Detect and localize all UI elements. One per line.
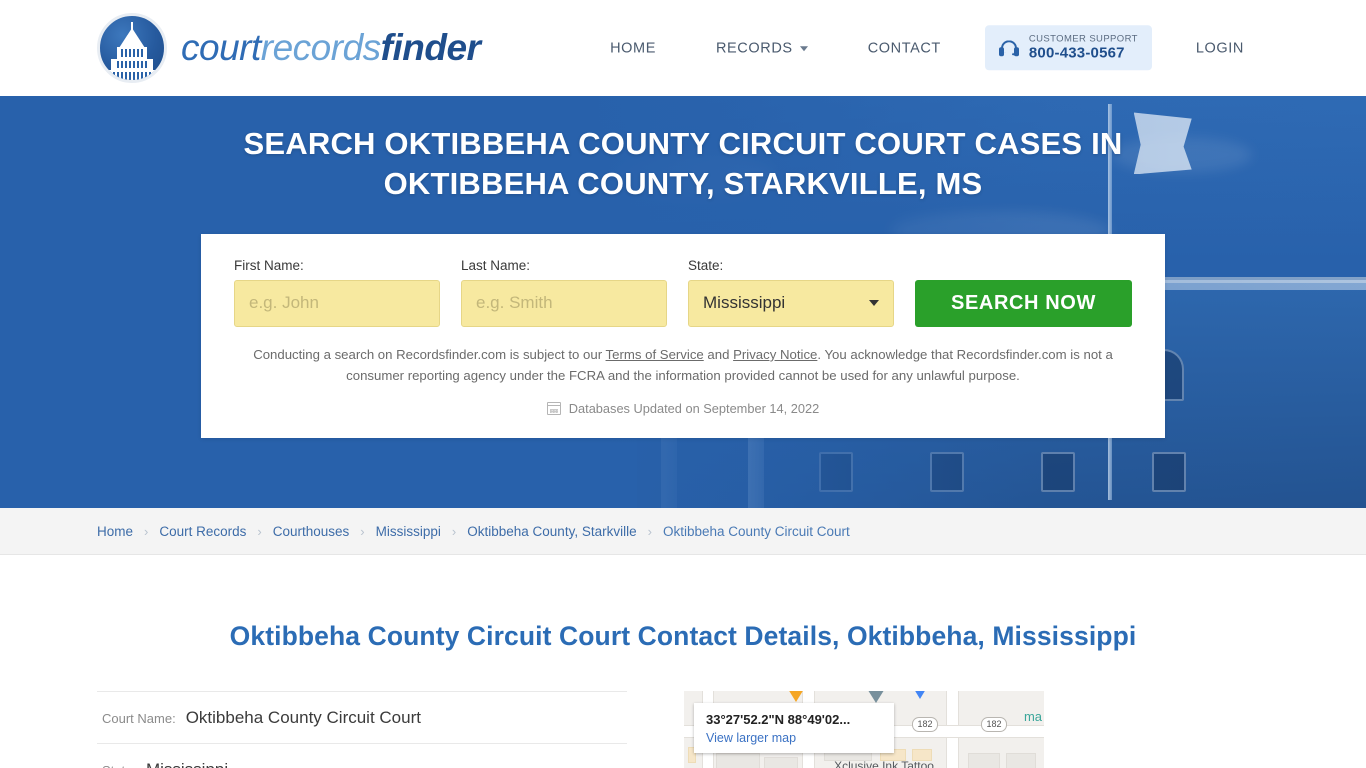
search-now-button[interactable]: SEARCH NOW xyxy=(915,279,1132,327)
logo-text-finder: finder xyxy=(380,27,481,68)
headset-icon xyxy=(998,38,1019,58)
disclaimer-text-pre: Conducting a search on Recordsfinder.com… xyxy=(253,346,606,362)
map-info-window: 33°27'52.2"N 88°49'02... View larger map xyxy=(694,702,894,753)
main-navigation: HOME RECORDS CONTACT CUSTOMER SUPPORT 80… xyxy=(580,25,1274,71)
chevron-down-icon xyxy=(869,300,879,307)
nav-home-label: HOME xyxy=(610,39,656,56)
route-shield: 182 xyxy=(912,716,938,732)
map-column: 182 182 ma Xclusive Ink Tattoo Company O… xyxy=(684,690,1269,768)
customer-support-button[interactable]: CUSTOMER SUPPORT 800-433-0567 xyxy=(984,25,1152,71)
state-label: State: xyxy=(688,257,724,273)
last-name-input[interactable] xyxy=(461,279,667,327)
last-name-field-group: Last Name: xyxy=(461,258,667,327)
map-pin-blue[interactable] xyxy=(914,690,926,699)
page-title: SEARCH OKTIBBEHA COUNTY CIRCUIT COURT CA… xyxy=(243,126,1123,201)
capitol-dome-icon xyxy=(97,13,167,83)
calendar-icon xyxy=(546,401,561,415)
breadcrumb-separator: › xyxy=(647,523,652,539)
contact-details-heading: Oktibbeha County Circuit Court Contact D… xyxy=(229,620,1137,651)
logo-text-records: records xyxy=(260,27,381,68)
state-field-group: State: Mississippi xyxy=(688,258,894,327)
disclaimer-text-mid: and xyxy=(703,346,734,362)
nav-home[interactable]: HOME xyxy=(580,40,686,56)
logo[interactable]: courtrecordsfinder xyxy=(97,13,481,83)
breadcrumb-separator: › xyxy=(451,523,457,539)
breadcrumb-item-current: Oktibbeha County Circuit Court xyxy=(662,523,850,539)
nav-login-label: LOGIN xyxy=(1195,39,1244,56)
nav-login[interactable]: LOGIN xyxy=(1166,40,1274,56)
map-coordinates: 33°27'52.2"N 88°49'02... xyxy=(706,711,851,727)
terms-of-service-link[interactable]: Terms of Service xyxy=(606,347,704,362)
table-row: Court Name: Oktibbeha County Circuit Cou… xyxy=(97,690,627,744)
state-select-value: Mississippi xyxy=(703,293,786,313)
customer-support-label: CUSTOMER SUPPORT xyxy=(1028,33,1138,45)
customer-support-phone: 800-433-0567 xyxy=(1028,44,1125,62)
detail-value-court-name: Oktibbeha County Circuit Court xyxy=(185,707,421,727)
main-content: Oktibbeha County Circuit Court Contact D… xyxy=(0,555,1366,768)
nav-contact-label: CONTACT xyxy=(867,39,941,56)
breadcrumb-item-mississippi[interactable]: Mississippi xyxy=(376,524,441,539)
chevron-down-icon xyxy=(799,46,808,52)
breadcrumb: Home › Court Records › Courthouses › Mis… xyxy=(97,524,850,539)
privacy-notice-link[interactable]: Privacy Notice xyxy=(733,347,817,362)
site-header: courtrecordsfinder HOME RECORDS CONTACT … xyxy=(0,0,1366,96)
search-disclaimer: Conducting a search on Recordsfinder.com… xyxy=(238,344,1128,387)
map-pin-grey[interactable] xyxy=(866,690,886,703)
breadcrumb-separator: › xyxy=(144,523,149,539)
state-select[interactable]: Mississippi xyxy=(688,279,894,327)
map-pin-orange[interactable] xyxy=(788,690,804,702)
databases-updated: Databases Updated on September 14, 2022 xyxy=(234,401,1132,416)
court-details-table: Court Name: Oktibbeha County Circuit Cou… xyxy=(97,690,627,768)
breadcrumb-bar: Home › Court Records › Courthouses › Mis… xyxy=(0,508,1366,555)
breadcrumb-separator: › xyxy=(257,523,262,539)
breadcrumb-item-oktibbeha-county-starkville[interactable]: Oktibbeha County, Starkville xyxy=(467,524,636,539)
breadcrumb-item-home[interactable]: Home xyxy=(97,524,133,539)
table-row: State: Mississippi xyxy=(97,744,627,768)
search-form: First Name: Last Name: State: Mississipp… xyxy=(201,233,1165,438)
detail-value-state: Mississippi xyxy=(146,760,228,768)
hero-section: SEARCH OKTIBBEHA COUNTY CIRCUIT COURT CA… xyxy=(0,96,1366,508)
route-shield: 182 xyxy=(981,716,1007,732)
nav-contact[interactable]: CONTACT xyxy=(838,40,971,56)
view-larger-map-link[interactable]: View larger map xyxy=(706,731,882,745)
logo-wordmark: courtrecordsfinder xyxy=(181,27,481,69)
location-map[interactable]: 182 182 ma Xclusive Ink Tattoo Company O… xyxy=(684,690,1044,768)
breadcrumb-item-court-records[interactable]: Court Records xyxy=(159,524,246,539)
nav-records-label: RECORDS xyxy=(715,39,793,56)
breadcrumb-separator: › xyxy=(360,523,365,539)
breadcrumb-item-courthouses[interactable]: Courthouses xyxy=(273,524,350,539)
first-name-field-group: First Name: xyxy=(234,258,440,327)
detail-key-state: State: xyxy=(102,763,136,768)
nav-records[interactable]: RECORDS xyxy=(686,40,838,56)
map-label-xclusive-ink: Xclusive Ink Tattoo Company xyxy=(834,758,934,768)
first-name-input[interactable] xyxy=(234,279,440,327)
databases-updated-text: Databases Updated on September 14, 2022 xyxy=(568,400,820,416)
detail-key-court-name: Court Name: xyxy=(102,710,176,726)
logo-text-court: court xyxy=(181,27,261,68)
map-label-ma: ma xyxy=(1023,708,1042,724)
last-name-label: Last Name: xyxy=(461,257,531,273)
first-name-label: First Name: xyxy=(234,257,304,273)
